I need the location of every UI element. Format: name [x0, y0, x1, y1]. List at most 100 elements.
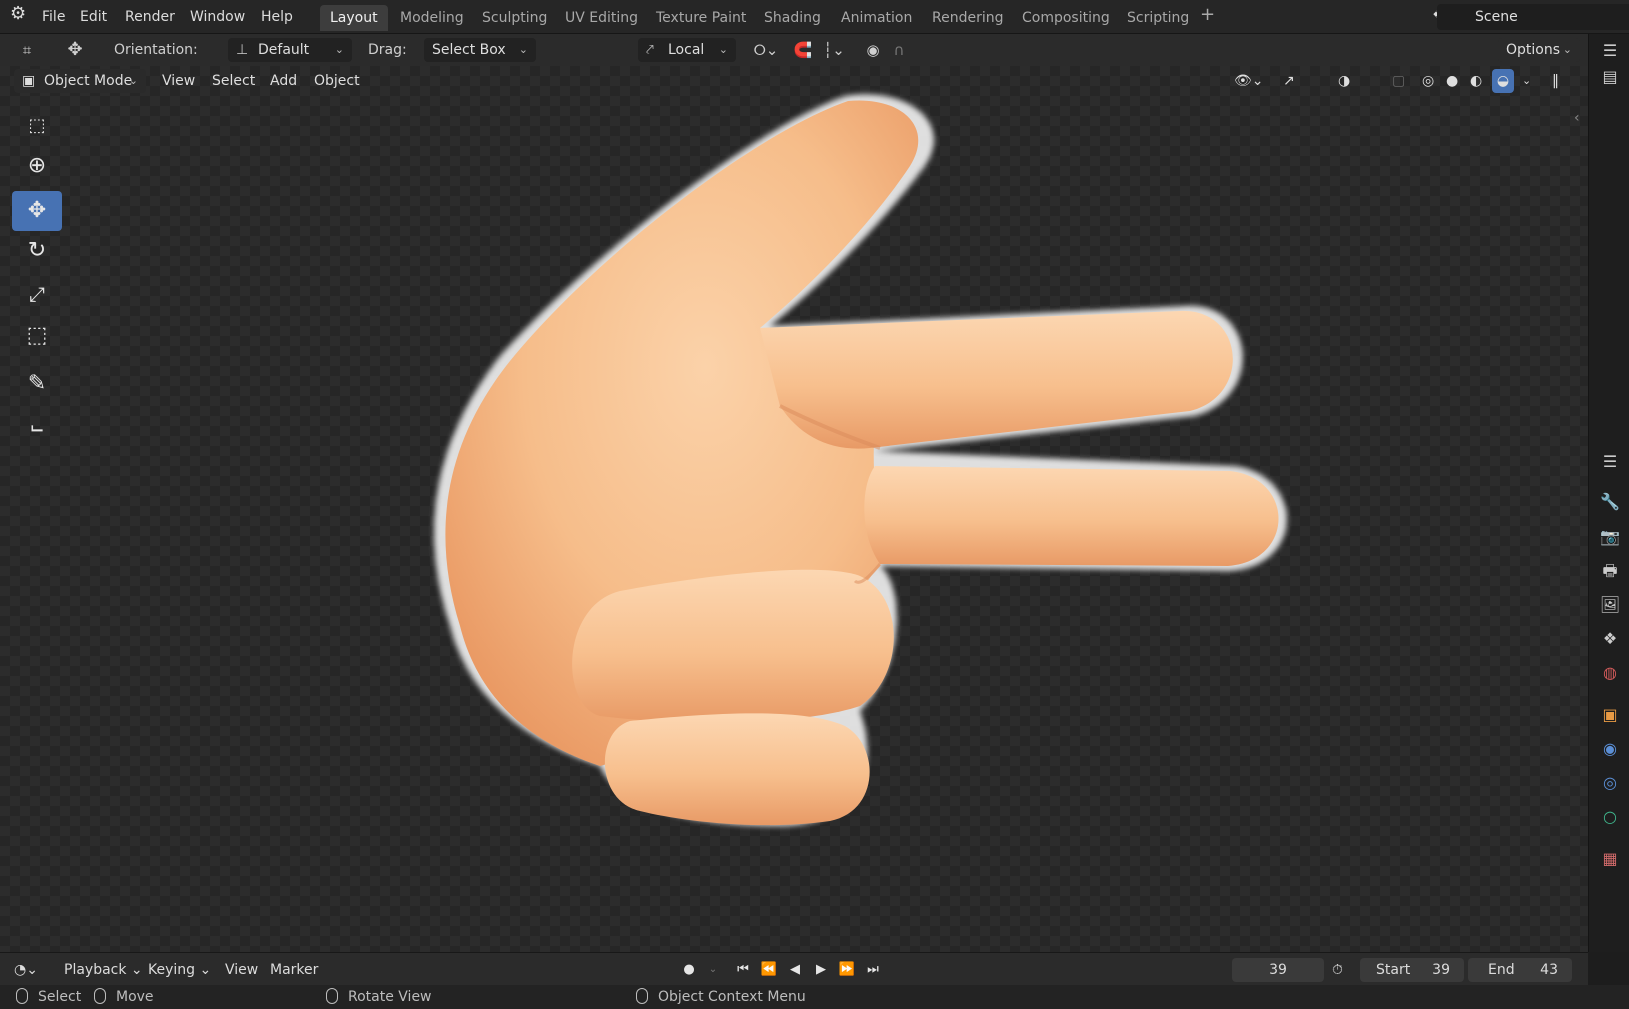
world-properties-icon[interactable]: ◍: [1597, 660, 1623, 686]
hand-model[interactable]: [0, 66, 1588, 952]
editor-type-clock-icon[interactable]: ◔⌄: [14, 958, 38, 982]
end-label: End: [1488, 962, 1515, 978]
keying-menu[interactable]: Keying ⌄: [148, 958, 211, 982]
menu-help[interactable]: Help: [261, 7, 293, 27]
add-menu[interactable]: Add: [270, 69, 297, 93]
curled-pinky-finger: [604, 713, 870, 826]
tab-compositing[interactable]: Compositing: [1012, 5, 1120, 31]
axes-icon: ⊥: [236, 42, 249, 58]
object-properties-icon[interactable]: ▣: [1597, 702, 1623, 728]
outliner-filter-icon[interactable]: ▤: [1597, 64, 1623, 90]
tab-sculpting[interactable]: Sculpting: [472, 5, 557, 31]
record-keyframe-icon[interactable]: ●: [676, 958, 702, 982]
material-shading-icon[interactable]: ◐: [1470, 69, 1482, 93]
tool-transform[interactable]: ⬚: [12, 316, 62, 356]
snap-toggle-icon[interactable]: 🧲: [790, 38, 816, 62]
tab-texture-paint[interactable]: Texture Paint: [646, 5, 756, 31]
tool-move[interactable]: ✥: [12, 191, 62, 231]
drag-value: Select Box: [432, 42, 506, 58]
view-menu[interactable]: View: [162, 69, 195, 93]
tool-cursor[interactable]: ⊕: [12, 146, 62, 186]
start-label: Start: [1376, 962, 1411, 978]
current-frame-field[interactable]: 39: [1232, 958, 1324, 982]
mode-value: Object Mode: [44, 73, 133, 89]
timeline-header: ◔⌄ Playback ⌄ Keying ⌄ View Marker ● ⌄ ⏮…: [0, 952, 1588, 985]
tab-animation[interactable]: Animation: [831, 5, 922, 31]
tool-select-box[interactable]: ⬚: [12, 106, 62, 146]
sidebar-collapse-icon[interactable]: ‹: [1574, 110, 1580, 126]
menu-render[interactable]: Render: [125, 7, 175, 27]
timeline-view-menu[interactable]: View: [225, 958, 258, 982]
end-frame-field[interactable]: End 43: [1468, 958, 1572, 982]
chevron-down-icon: ⌄: [1562, 43, 1572, 56]
tool-scale[interactable]: ⤢: [12, 274, 62, 314]
outliner-icon[interactable]: ☰: [1597, 38, 1623, 64]
status-context-label: Object Context Menu: [658, 989, 806, 1005]
left-mouse-icon: [16, 988, 28, 1004]
editor-type-icon[interactable]: ⌗: [14, 38, 40, 62]
end-value: 43: [1540, 962, 1558, 978]
marker-menu[interactable]: Marker: [270, 958, 318, 982]
menu-window[interactable]: Window: [190, 7, 245, 27]
scene-properties-icon[interactable]: ❖: [1597, 626, 1623, 652]
menu-edit[interactable]: Edit: [80, 7, 107, 27]
playback-label: Playback: [64, 962, 127, 978]
play-reverse-icon[interactable]: ◀: [782, 958, 808, 982]
particles-icon[interactable]: ◎: [1597, 770, 1623, 796]
orientation-dropdown[interactable]: ⊥ Default ⌄: [228, 38, 352, 62]
pivot-point-icon[interactable]: ⭘⌄: [748, 38, 784, 62]
visibility-eye-icon[interactable]: 👁⌄: [1234, 69, 1264, 93]
rendered-shading-icon[interactable]: ◒: [1492, 69, 1514, 93]
object-menu[interactable]: Object: [314, 69, 360, 93]
solid-shading-icon[interactable]: ●: [1446, 69, 1458, 93]
blender-logo-icon[interactable]: ⚙: [10, 4, 26, 24]
chevron-down-icon: ⌄: [718, 43, 728, 56]
tab-layout[interactable]: Layout: [320, 5, 388, 31]
modifier-properties-icon[interactable]: ◉: [1597, 736, 1623, 762]
menu-file[interactable]: File: [42, 7, 65, 27]
jump-keyframe-forward-icon[interactable]: ⏩: [834, 958, 860, 982]
preview-range-icon[interactable]: ⏱: [1332, 958, 1343, 982]
add-workspace-icon[interactable]: +: [1200, 5, 1215, 25]
wireframe-shading-icon[interactable]: ◎: [1422, 69, 1434, 93]
transform-pivot-dropdown[interactable]: ⤤ Local ⌄: [638, 38, 736, 62]
falloff-curve-icon[interactable]: ∩: [886, 38, 912, 62]
tab-scripting[interactable]: Scripting: [1117, 5, 1199, 31]
playback-menu[interactable]: Playback ⌄: [64, 958, 143, 982]
play-icon[interactable]: ▶: [808, 958, 834, 982]
start-frame-field[interactable]: Start 39: [1360, 958, 1464, 982]
jump-end-icon[interactable]: ⏭: [860, 958, 886, 982]
drag-dropdown[interactable]: Select Box ⌄: [424, 38, 536, 62]
proportional-edit-icon[interactable]: ◉: [860, 38, 886, 62]
tool-rotate[interactable]: ↻: [12, 231, 62, 271]
snap-target-icon[interactable]: ┆⌄: [816, 38, 852, 62]
options-label: Options: [1506, 42, 1561, 58]
jump-keyframe-back-icon[interactable]: ⏪: [756, 958, 782, 982]
texture-properties-icon[interactable]: ▦: [1597, 846, 1623, 872]
properties-editor-icon[interactable]: ☰: [1597, 449, 1623, 475]
gizmo-icon[interactable]: ↗: [1283, 69, 1295, 93]
render-properties-icon[interactable]: 📷: [1597, 524, 1623, 550]
tool-measure[interactable]: ⨽: [12, 406, 62, 446]
pause-render-icon[interactable]: ‖: [1552, 69, 1559, 93]
tool-annotate[interactable]: ✎: [12, 364, 62, 404]
options-dropdown[interactable]: Options ⌄: [1498, 38, 1580, 62]
shading-options-icon[interactable]: ⌄: [1522, 69, 1531, 93]
jump-start-icon[interactable]: ⏮: [730, 958, 756, 982]
view-layer-icon[interactable]: 🖼: [1597, 592, 1623, 618]
tab-rendering[interactable]: Rendering: [922, 5, 1014, 31]
drag-label: Drag:: [368, 42, 407, 58]
mode-dropdown[interactable]: ▣ Object Mode ⌄: [14, 69, 146, 93]
3d-viewport[interactable]: ⬚ ⊕ ✥ ↻ ⤢ ⬚ ✎ ⨽ ‹: [0, 66, 1588, 952]
tab-shading[interactable]: Shading: [754, 5, 831, 31]
record-options-icon[interactable]: ⌄: [700, 958, 726, 982]
scene-name-field[interactable]: Scene: [1437, 4, 1629, 30]
physics-icon[interactable]: ○: [1597, 804, 1623, 830]
tab-modeling[interactable]: Modeling: [390, 5, 474, 31]
select-menu[interactable]: Select: [212, 69, 255, 93]
output-properties-icon[interactable]: 🖶: [1597, 558, 1623, 584]
tool-properties-icon[interactable]: 🔧: [1597, 489, 1623, 515]
overlays-icon[interactable]: ◑: [1338, 69, 1350, 93]
tab-uv-editing[interactable]: UV Editing: [555, 5, 648, 31]
xray-icon[interactable]: ▢: [1392, 69, 1405, 93]
